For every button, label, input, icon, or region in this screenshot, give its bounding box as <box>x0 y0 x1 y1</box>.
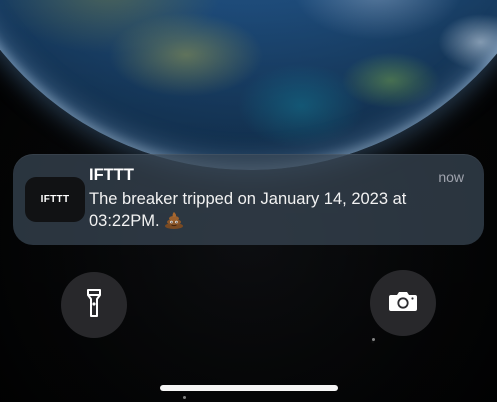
flashlight-button[interactable] <box>61 272 127 338</box>
notification-message: The breaker tripped on January 14, 2023 … <box>89 190 407 230</box>
pile-of-poo-icon <box>164 211 184 235</box>
earth-wallpaper <box>0 0 497 170</box>
app-icon-label: IFTTT <box>40 194 70 205</box>
page-indicator-dot <box>183 396 186 399</box>
camera-icon <box>388 290 418 317</box>
page-indicator-dot <box>372 338 375 341</box>
ifttt-app-icon: IFTTT <box>25 177 85 222</box>
lock-screen: IFTTT IFTTT now The breaker tripped on J… <box>0 0 497 402</box>
home-indicator[interactable] <box>160 385 338 391</box>
notification-app-name: IFTTT <box>89 166 134 184</box>
camera-button[interactable] <box>370 270 436 336</box>
flashlight-icon <box>86 288 102 323</box>
notification-time: now <box>438 169 464 185</box>
notification-card[interactable]: IFTTT IFTTT now The breaker tripped on J… <box>13 154 484 245</box>
notification-message-block: The breaker tripped on January 14, 2023 … <box>89 188 469 235</box>
